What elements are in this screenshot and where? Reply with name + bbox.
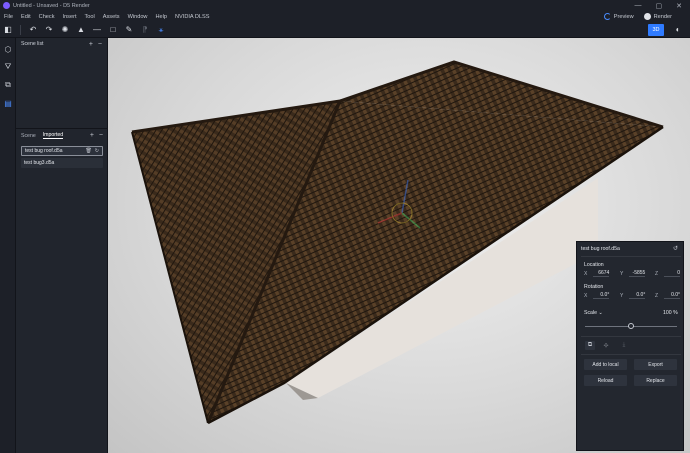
location-y-value[interactable]: -5855 xyxy=(629,270,646,277)
light-icon[interactable]: ▲ xyxy=(73,23,89,37)
layers-icon[interactable]: ▤ xyxy=(0,94,16,112)
toolbar: ◧ ↶ ↷ ✺ ▲ — □ ✎ ⁋ ⚹ 3D ◐ xyxy=(0,22,690,38)
location-z-value[interactable]: 0 xyxy=(664,270,681,277)
copy-icon[interactable]: ⧉ xyxy=(585,341,595,350)
minimize-button[interactable]: — xyxy=(635,2,642,10)
toolbar-divider xyxy=(20,24,21,35)
reset-icon[interactable]: ↺ xyxy=(673,245,678,252)
redo-icon[interactable]: ↷ xyxy=(41,23,57,37)
app-logo-icon xyxy=(3,2,10,9)
scene-list-title: Scene list xyxy=(21,41,44,47)
panel-divider xyxy=(16,128,108,129)
properties-panel: test bug roof.d5a ↺ Location X 6674 Y -585… xyxy=(576,241,684,451)
network-icon[interactable]: ⚹ xyxy=(153,23,169,37)
scale-value-number: 100 xyxy=(663,310,672,316)
tab-imported[interactable]: Imported xyxy=(42,132,64,139)
window-title: Untitled - Unsaved - D5 Render xyxy=(13,2,90,9)
scene-icon[interactable]: ⬡ xyxy=(0,40,16,58)
reload-button[interactable]: Reload xyxy=(584,375,627,386)
rotation-z-field[interactable]: Z 0.0° xyxy=(655,292,681,299)
replace-button[interactable]: Replace xyxy=(634,375,677,386)
add-to-local-button[interactable]: Add to local xyxy=(584,359,627,370)
preview-label: Preview xyxy=(613,13,634,20)
divider xyxy=(581,354,681,355)
scale-unit: % xyxy=(673,310,678,316)
rotation-y-field[interactable]: Y 0.0° xyxy=(620,292,646,299)
render-icon xyxy=(643,13,651,20)
render-button[interactable]: Render xyxy=(643,13,672,20)
asset-item-label: test bug roof.d5a xyxy=(25,148,63,154)
scale-label[interactable]: Scale ⌄ xyxy=(584,310,603,316)
menu-check[interactable]: Check xyxy=(39,14,55,20)
close-button[interactable]: ✕ xyxy=(676,2,682,10)
menu-assets[interactable]: Assets xyxy=(103,14,120,20)
menu-bar: File Edit Check Insert Tool Assets Windo… xyxy=(0,11,690,22)
add-asset-icon[interactable]: + xyxy=(90,132,94,139)
menu-help[interactable]: Help xyxy=(155,14,167,20)
maximize-button[interactable]: ▢ xyxy=(656,2,663,10)
menu-file[interactable]: File xyxy=(4,14,13,20)
export-button[interactable]: Export xyxy=(634,359,677,370)
delete-icon[interactable]: 🗑 xyxy=(85,148,91,154)
tab-scene[interactable]: Scene xyxy=(21,133,36,139)
scene-panel: Scene list + − Scene Imported + − test bug… xyxy=(16,38,108,453)
menu-edit[interactable]: Edit xyxy=(21,14,31,20)
line-icon[interactable]: — xyxy=(89,23,105,37)
scale-label-text: Scale xyxy=(584,310,597,316)
title-bar: Untitled - Unsaved - D5 Render — ▢ ✕ xyxy=(0,0,690,11)
remove-asset-icon[interactable]: − xyxy=(99,132,103,139)
chevron-down-icon: ⌄ xyxy=(598,310,603,316)
view-mode-icon[interactable]: ◐ xyxy=(670,23,686,37)
location-y-field[interactable]: Y -5855 xyxy=(620,270,646,277)
render-label: Render xyxy=(653,13,672,20)
location-x-value[interactable]: 6674 xyxy=(593,270,610,277)
pipette-icon[interactable]: ⁋ xyxy=(137,23,153,37)
camera-icon[interactable]: ⧉ xyxy=(0,76,16,94)
asset-item-bug3[interactable]: test bug3.d5a xyxy=(21,158,103,168)
location-x-field[interactable]: X 6674 xyxy=(584,270,610,277)
menu-window[interactable]: Window xyxy=(128,14,148,20)
brush-icon[interactable]: ✎ xyxy=(121,23,137,37)
asset-item-roof[interactable]: test bug roof.d5a 🗑 ↻ xyxy=(21,146,103,156)
preview-icon xyxy=(603,13,611,20)
asset-item-label: test bug3.d5a xyxy=(24,160,55,166)
refresh-icon[interactable]: ↻ xyxy=(95,148,99,154)
menu-nvidia-dlss[interactable]: NVIDIA DLSS xyxy=(175,14,210,20)
undo-icon[interactable]: ↶ xyxy=(25,23,41,37)
align-icon[interactable]: ⊹ xyxy=(601,341,611,350)
add-scene-icon[interactable]: + xyxy=(89,41,93,48)
scale-value: 100 % xyxy=(663,310,678,316)
divider xyxy=(581,256,681,257)
location-z-field[interactable]: Z0 xyxy=(655,270,681,277)
menu-insert[interactable]: Insert xyxy=(63,14,77,20)
remove-scene-icon[interactable]: − xyxy=(98,41,102,48)
rotation-z-value[interactable]: 0.0° xyxy=(664,292,681,299)
menu-tool[interactable]: Tool xyxy=(85,14,95,20)
properties-title: test bug roof.d5a xyxy=(581,246,620,252)
preview-button[interactable]: Preview xyxy=(603,13,634,20)
rectangle-icon[interactable]: □ xyxy=(105,23,121,37)
drop-to-ground-icon[interactable]: ⤓ xyxy=(619,341,629,350)
view-3d-button[interactable]: 3D xyxy=(648,23,664,36)
materials-icon[interactable]: ⛛ xyxy=(0,58,16,76)
rotation-label: Rotation xyxy=(584,284,604,290)
location-label: Location xyxy=(584,262,604,268)
sidebar-toggle-icon[interactable]: ◧ xyxy=(0,23,16,37)
panel-tabs: Scene Imported + − xyxy=(16,130,108,141)
rotation-x-field[interactable]: X 0.0° xyxy=(584,292,610,299)
sun-icon[interactable]: ✺ xyxy=(57,23,73,37)
left-icon-bar: ⬡ ⛛ ⧉ ▤ xyxy=(0,38,16,453)
rotation-y-value[interactable]: 0.0° xyxy=(629,292,646,299)
rotation-x-value[interactable]: 0.0° xyxy=(593,292,610,299)
divider xyxy=(581,336,681,337)
scale-slider-handle[interactable] xyxy=(628,323,634,329)
